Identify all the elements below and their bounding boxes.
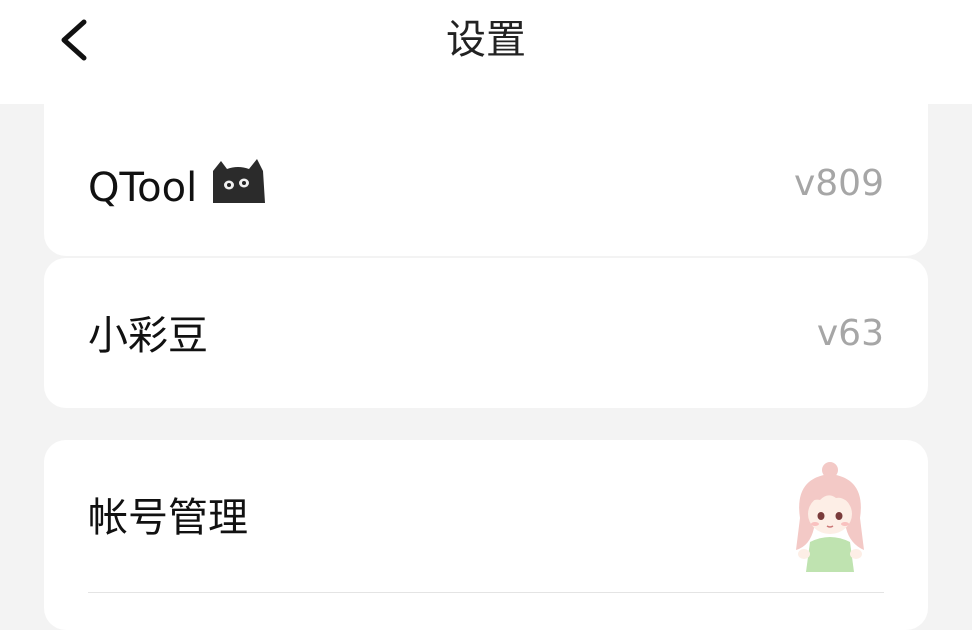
black-cat-icon bbox=[209, 157, 267, 218]
row-label: 小彩豆 bbox=[88, 313, 208, 359]
version-value: v809 bbox=[793, 163, 884, 204]
settings-row-qtool[interactable]: QTool v809 bbox=[44, 104, 928, 256]
settings-row-account-management[interactable]: 帐号管理 bbox=[44, 440, 928, 630]
settings-row-xiaocaidou[interactable]: 小彩豆 v63 bbox=[44, 258, 928, 408]
divider bbox=[88, 592, 884, 593]
anime-girl-avatar-icon bbox=[784, 458, 876, 574]
row-label: 帐号管理 bbox=[88, 495, 248, 541]
version-value: v63 bbox=[816, 313, 884, 354]
row-label-wrap: QTool bbox=[88, 158, 267, 218]
page-title: 设置 bbox=[446, 17, 526, 63]
top-bar: 设置 bbox=[0, 0, 972, 104]
row-label: QTool bbox=[88, 165, 198, 211]
